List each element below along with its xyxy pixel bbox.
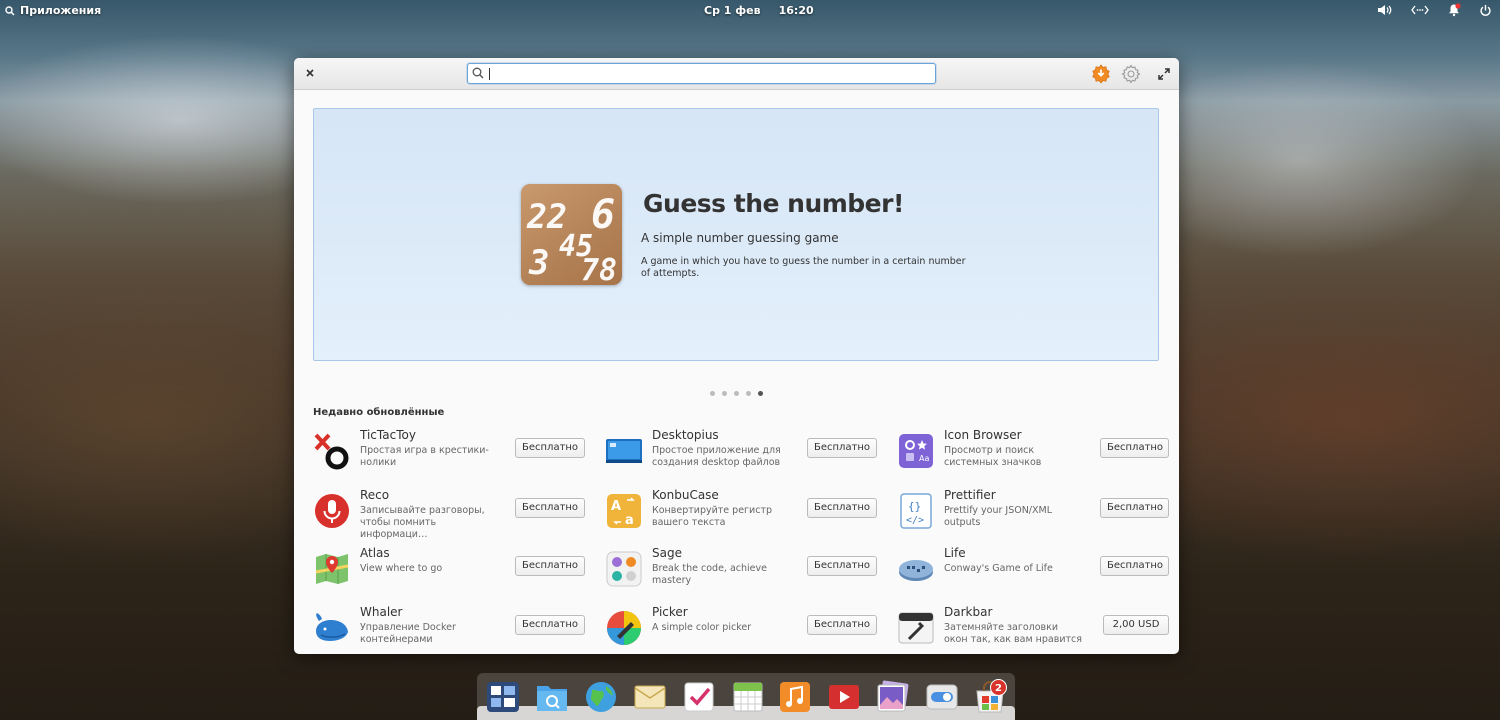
time-label: 16:20 (778, 4, 814, 17)
app-name: Reco (360, 488, 390, 502)
power-icon[interactable] (1479, 4, 1492, 17)
tictactoy-icon (313, 432, 351, 470)
volume-icon[interactable] (1377, 4, 1393, 16)
konbucase-icon: Aa (605, 492, 643, 530)
app-name: KonbuCase (652, 488, 719, 502)
top-panel: Приложения Ср 1 фев 16:20 (0, 0, 1500, 22)
svg-text:A: A (611, 499, 621, 514)
applications-label: Приложения (20, 4, 102, 17)
notifications-icon[interactable] (1447, 3, 1461, 17)
app-name: Prettifier (944, 488, 996, 502)
microphone-icon (313, 492, 351, 530)
prettifier-icon: {} </> (897, 492, 935, 530)
app-item-konbucase[interactable]: Aa KonbuCase Конвертируйте регистр вашего … (605, 488, 895, 538)
app-name: Darkbar (944, 605, 993, 619)
indicators (1377, 3, 1492, 17)
app-name: TicTacToy (360, 428, 416, 442)
app-description: Conway's Game of Life (944, 563, 1053, 574)
map-icon (313, 550, 351, 588)
color-picker-icon (605, 609, 643, 647)
appcenter-window: 22 6 45 3 78 Guess the number! A simple … (294, 58, 1179, 654)
applications-menu[interactable]: Приложения (5, 4, 101, 17)
get-app-button[interactable]: Бесплатно (807, 615, 877, 635)
app-name: Desktopius (652, 428, 719, 442)
app-description: Затемняйте заголовки окон так, как вам н… (944, 622, 1082, 645)
app-item-sage[interactable]: Sage Break the code, achieve mastery Беспл… (605, 546, 895, 596)
app-description: Break the code, achieve mastery (652, 563, 767, 586)
app-item-picker[interactable]: Picker A simple color picker Бесплатно (605, 605, 895, 654)
icon-browser-icon: Aa (897, 432, 935, 470)
multitasking-view-icon[interactable] (486, 680, 520, 714)
app-item-darkbar[interactable]: Darkbar Затемняйте заголовки окон так, ка… (897, 605, 1179, 654)
app-item-life[interactable]: Life Conway's Game of Life Бесплатно (897, 546, 1179, 596)
music-icon[interactable] (778, 680, 812, 714)
app-name: Atlas (360, 546, 390, 560)
datetime-indicator[interactable]: Ср 1 фев 16:20 (704, 4, 814, 17)
system-settings-icon[interactable] (925, 680, 959, 714)
network-icon[interactable] (1411, 4, 1429, 16)
get-app-button[interactable]: 2,00 USD (1103, 615, 1169, 635)
recently-updated-grid: TicTacToy Простая игра в крестики-нолики Б… (294, 58, 1179, 654)
appcenter-badge: 2 (990, 679, 1007, 696)
sage-icon (605, 550, 643, 588)
app-description: Просмотр и поиск системных значков (944, 445, 1042, 468)
svg-text:</>: </> (906, 515, 924, 526)
videos-icon[interactable] (827, 680, 861, 714)
desktopius-icon (605, 432, 643, 470)
photos-icon[interactable] (876, 680, 910, 714)
app-item-prettifier[interactable]: {} </> Prettifier Prettify your JSON/XML ou… (897, 488, 1179, 538)
app-item-tictactoy[interactable]: TicTacToy Простая игра в крестики-нолики Б… (313, 428, 603, 478)
get-app-button[interactable]: Бесплатно (515, 438, 585, 458)
whale-icon (313, 609, 351, 647)
app-name: Life (944, 546, 966, 560)
darkbar-icon (897, 609, 935, 647)
life-icon (897, 550, 935, 588)
app-item-atlas[interactable]: Atlas View where to go Бесплатно (313, 546, 603, 596)
mail-icon[interactable] (633, 680, 667, 714)
app-description: A simple color picker (652, 622, 752, 633)
app-item-desktopius[interactable]: Desktopius Простое приложение для создани… (605, 428, 895, 478)
tasks-icon[interactable] (682, 680, 716, 714)
app-description: Простая игра в крестики-нолики (360, 445, 489, 468)
app-name: Whaler (360, 605, 403, 619)
search-icon (5, 5, 15, 16)
files-icon[interactable] (535, 680, 569, 714)
get-app-button[interactable]: Бесплатно (1100, 498, 1169, 518)
app-description: View where to go (360, 563, 443, 574)
get-app-button[interactable]: Бесплатно (1100, 556, 1169, 576)
calendar-icon[interactable] (731, 680, 765, 714)
date-label: Ср 1 фев (704, 4, 761, 17)
app-name: Sage (652, 546, 682, 560)
web-browser-icon[interactable] (584, 680, 618, 714)
svg-text:Aa: Aa (919, 454, 929, 463)
get-app-button[interactable]: Бесплатно (807, 498, 877, 518)
get-app-button[interactable]: Бесплатно (807, 438, 877, 458)
app-description: Prettify your JSON/XML outputs (944, 505, 1053, 528)
get-app-button[interactable]: Бесплатно (515, 615, 585, 635)
get-app-button[interactable]: Бесплатно (515, 556, 585, 576)
app-name: Picker (652, 605, 688, 619)
svg-text:a: a (625, 513, 634, 528)
app-item-whaler[interactable]: Whaler Управление Docker контейнерами Бесп… (313, 605, 603, 654)
app-description: Управление Docker контейнерами (360, 622, 456, 645)
get-app-button[interactable]: Бесплатно (515, 498, 585, 518)
app-item-icon-browser[interactable]: Aa Icon Browser Просмотр и поиск системных… (897, 428, 1179, 478)
get-app-button[interactable]: Бесплатно (1100, 438, 1169, 458)
app-name: Icon Browser (944, 428, 1022, 442)
app-description: Записывайте разговоры, чтобы помнить инф… (360, 505, 485, 540)
app-item-reco[interactable]: Reco Записывайте разговоры, чтобы помнить… (313, 488, 603, 540)
app-description: Конвертируйте регистр вашего текста (652, 505, 773, 528)
get-app-button[interactable]: Бесплатно (807, 556, 877, 576)
app-description: Простое приложение для создания desktop … (652, 445, 781, 468)
svg-text:{}: {} (908, 500, 921, 513)
